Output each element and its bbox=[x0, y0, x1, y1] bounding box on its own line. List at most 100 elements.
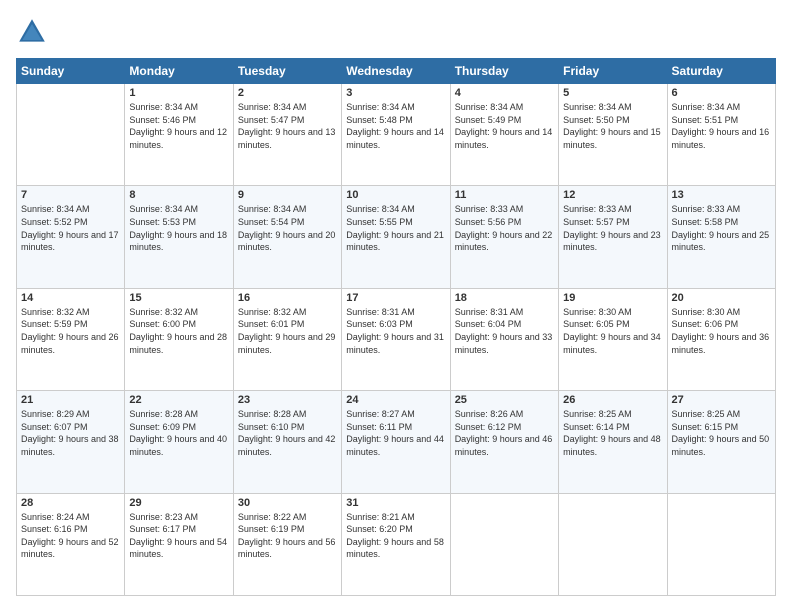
cell-info: Sunrise: 8:23 AMSunset: 6:17 PMDaylight:… bbox=[129, 511, 228, 561]
calendar-cell: 29 Sunrise: 8:23 AMSunset: 6:17 PMDayligh… bbox=[125, 493, 233, 595]
day-number: 17 bbox=[346, 292, 445, 304]
day-header: Sunday bbox=[17, 59, 125, 84]
day-number: 1 bbox=[129, 87, 228, 99]
day-number: 13 bbox=[672, 189, 771, 201]
cell-info: Sunrise: 8:26 AMSunset: 6:12 PMDaylight:… bbox=[455, 408, 554, 458]
calendar-week-row: 21 Sunrise: 8:29 AMSunset: 6:07 PMDayligh… bbox=[17, 391, 776, 493]
cell-info: Sunrise: 8:30 AMSunset: 6:06 PMDaylight:… bbox=[672, 306, 771, 356]
calendar-cell: 13 Sunrise: 8:33 AMSunset: 5:58 PMDayligh… bbox=[667, 186, 775, 288]
day-number: 26 bbox=[563, 394, 662, 406]
logo-icon bbox=[16, 16, 48, 48]
calendar-header-row: SundayMondayTuesdayWednesdayThursdayFrid… bbox=[17, 59, 776, 84]
day-header: Tuesday bbox=[233, 59, 341, 84]
calendar-cell: 9 Sunrise: 8:34 AMSunset: 5:54 PMDaylight… bbox=[233, 186, 341, 288]
calendar-cell: 26 Sunrise: 8:25 AMSunset: 6:14 PMDayligh… bbox=[559, 391, 667, 493]
calendar-cell: 25 Sunrise: 8:26 AMSunset: 6:12 PMDayligh… bbox=[450, 391, 558, 493]
calendar-cell: 2Sunrise: 8:34 AMSunset: 5:47 PMDaylight… bbox=[233, 84, 341, 186]
cell-info: Sunrise: 8:34 AMSunset: 5:49 PMDaylight:… bbox=[455, 101, 554, 151]
cell-info: Sunrise: 8:25 AMSunset: 6:15 PMDaylight:… bbox=[672, 408, 771, 458]
day-number: 27 bbox=[672, 394, 771, 406]
cell-info: Sunrise: 8:33 AMSunset: 5:56 PMDaylight:… bbox=[455, 203, 554, 253]
calendar-cell: 28 Sunrise: 8:24 AMSunset: 6:16 PMDayligh… bbox=[17, 493, 125, 595]
day-number: 3 bbox=[346, 87, 445, 99]
calendar-cell: 6Sunrise: 8:34 AMSunset: 5:51 PMDaylight… bbox=[667, 84, 775, 186]
cell-info: Sunrise: 8:34 AMSunset: 5:54 PMDaylight:… bbox=[238, 203, 337, 253]
day-number: 19 bbox=[563, 292, 662, 304]
calendar-cell: 20Sunrise: 8:30 AMSunset: 6:06 PMDayligh… bbox=[667, 288, 775, 390]
day-number: 11 bbox=[455, 189, 554, 201]
day-number: 16 bbox=[238, 292, 337, 304]
cell-info: Sunrise: 8:32 AMSunset: 5:59 PMDaylight:… bbox=[21, 306, 120, 356]
cell-info: Sunrise: 8:34 AMSunset: 5:46 PMDaylight:… bbox=[129, 101, 228, 151]
cell-info: Sunrise: 8:24 AMSunset: 6:16 PMDaylight:… bbox=[21, 511, 120, 561]
cell-info: Sunrise: 8:25 AMSunset: 6:14 PMDaylight:… bbox=[563, 408, 662, 458]
calendar-cell: 27 Sunrise: 8:25 AMSunset: 6:15 PMDayligh… bbox=[667, 391, 775, 493]
calendar-cell: 11 Sunrise: 8:33 AMSunset: 5:56 PMDayligh… bbox=[450, 186, 558, 288]
day-header: Friday bbox=[559, 59, 667, 84]
day-header: Wednesday bbox=[342, 59, 450, 84]
calendar-cell: 18 Sunrise: 8:31 AMSunset: 6:04 PMDayligh… bbox=[450, 288, 558, 390]
calendar-cell: 10Sunrise: 8:34 AMSunset: 5:55 PMDayligh… bbox=[342, 186, 450, 288]
cell-info: Sunrise: 8:32 AMSunset: 6:00 PMDaylight:… bbox=[129, 306, 228, 356]
cell-info: Sunrise: 8:28 AMSunset: 6:09 PMDaylight:… bbox=[129, 408, 228, 458]
calendar-week-row: 1 Sunrise: 8:34 AMSunset: 5:46 PMDaylight… bbox=[17, 84, 776, 186]
day-number: 5 bbox=[563, 87, 662, 99]
day-number: 30 bbox=[238, 497, 337, 509]
day-number: 15 bbox=[129, 292, 228, 304]
day-number: 23 bbox=[238, 394, 337, 406]
calendar-cell: 1 Sunrise: 8:34 AMSunset: 5:46 PMDaylight… bbox=[125, 84, 233, 186]
cell-info: Sunrise: 8:30 AMSunset: 6:05 PMDaylight:… bbox=[563, 306, 662, 356]
day-number: 18 bbox=[455, 292, 554, 304]
cell-info: Sunrise: 8:34 AMSunset: 5:47 PMDaylight:… bbox=[238, 101, 337, 151]
calendar-cell: 5 Sunrise: 8:34 AMSunset: 5:50 PMDaylight… bbox=[559, 84, 667, 186]
day-number: 25 bbox=[455, 394, 554, 406]
header bbox=[16, 16, 776, 48]
calendar-cell bbox=[667, 493, 775, 595]
day-number: 9 bbox=[238, 189, 337, 201]
calendar-week-row: 7 Sunrise: 8:34 AMSunset: 5:52 PMDaylight… bbox=[17, 186, 776, 288]
calendar-cell: 16 Sunrise: 8:32 AMSunset: 6:01 PMDayligh… bbox=[233, 288, 341, 390]
page: SundayMondayTuesdayWednesdayThursdayFrid… bbox=[0, 0, 792, 612]
cell-info: Sunrise: 8:31 AMSunset: 6:04 PMDaylight:… bbox=[455, 306, 554, 356]
calendar-cell: 22 Sunrise: 8:28 AMSunset: 6:09 PMDayligh… bbox=[125, 391, 233, 493]
calendar-week-row: 28 Sunrise: 8:24 AMSunset: 6:16 PMDayligh… bbox=[17, 493, 776, 595]
calendar-week-row: 14 Sunrise: 8:32 AMSunset: 5:59 PMDayligh… bbox=[17, 288, 776, 390]
cell-info: Sunrise: 8:34 AMSunset: 5:53 PMDaylight:… bbox=[129, 203, 228, 253]
day-number: 24 bbox=[346, 394, 445, 406]
day-number: 4 bbox=[455, 87, 554, 99]
calendar-cell: 7 Sunrise: 8:34 AMSunset: 5:52 PMDaylight… bbox=[17, 186, 125, 288]
cell-info: Sunrise: 8:34 AMSunset: 5:55 PMDaylight:… bbox=[346, 203, 445, 253]
day-header: Thursday bbox=[450, 59, 558, 84]
calendar-cell: 30 Sunrise: 8:22 AMSunset: 6:19 PMDayligh… bbox=[233, 493, 341, 595]
day-number: 29 bbox=[129, 497, 228, 509]
logo bbox=[16, 16, 54, 48]
cell-info: Sunrise: 8:32 AMSunset: 6:01 PMDaylight:… bbox=[238, 306, 337, 356]
cell-info: Sunrise: 8:29 AMSunset: 6:07 PMDaylight:… bbox=[21, 408, 120, 458]
day-number: 22 bbox=[129, 394, 228, 406]
calendar-cell: 31Sunrise: 8:21 AMSunset: 6:20 PMDayligh… bbox=[342, 493, 450, 595]
calendar-cell: 23 Sunrise: 8:28 AMSunset: 6:10 PMDayligh… bbox=[233, 391, 341, 493]
calendar-cell bbox=[17, 84, 125, 186]
day-number: 7 bbox=[21, 189, 120, 201]
calendar-table: SundayMondayTuesdayWednesdayThursdayFrid… bbox=[16, 58, 776, 596]
calendar-cell: 21 Sunrise: 8:29 AMSunset: 6:07 PMDayligh… bbox=[17, 391, 125, 493]
cell-info: Sunrise: 8:28 AMSunset: 6:10 PMDaylight:… bbox=[238, 408, 337, 458]
cell-info: Sunrise: 8:33 AMSunset: 5:58 PMDaylight:… bbox=[672, 203, 771, 253]
cell-info: Sunrise: 8:22 AMSunset: 6:19 PMDaylight:… bbox=[238, 511, 337, 561]
calendar-cell: 15 Sunrise: 8:32 AMSunset: 6:00 PMDayligh… bbox=[125, 288, 233, 390]
day-header: Saturday bbox=[667, 59, 775, 84]
day-number: 21 bbox=[21, 394, 120, 406]
cell-info: Sunrise: 8:34 AMSunset: 5:50 PMDaylight:… bbox=[563, 101, 662, 151]
cell-info: Sunrise: 8:34 AMSunset: 5:51 PMDaylight:… bbox=[672, 101, 771, 151]
cell-info: Sunrise: 8:34 AMSunset: 5:48 PMDaylight:… bbox=[346, 101, 445, 151]
day-number: 28 bbox=[21, 497, 120, 509]
calendar-cell: 12Sunrise: 8:33 AMSunset: 5:57 PMDayligh… bbox=[559, 186, 667, 288]
calendar-cell: 8Sunrise: 8:34 AMSunset: 5:53 PMDaylight… bbox=[125, 186, 233, 288]
day-number: 14 bbox=[21, 292, 120, 304]
cell-info: Sunrise: 8:34 AMSunset: 5:52 PMDaylight:… bbox=[21, 203, 120, 253]
calendar-cell bbox=[559, 493, 667, 595]
calendar-cell bbox=[450, 493, 558, 595]
cell-info: Sunrise: 8:31 AMSunset: 6:03 PMDaylight:… bbox=[346, 306, 445, 356]
cell-info: Sunrise: 8:33 AMSunset: 5:57 PMDaylight:… bbox=[563, 203, 662, 253]
calendar-cell: 24Sunrise: 8:27 AMSunset: 6:11 PMDayligh… bbox=[342, 391, 450, 493]
